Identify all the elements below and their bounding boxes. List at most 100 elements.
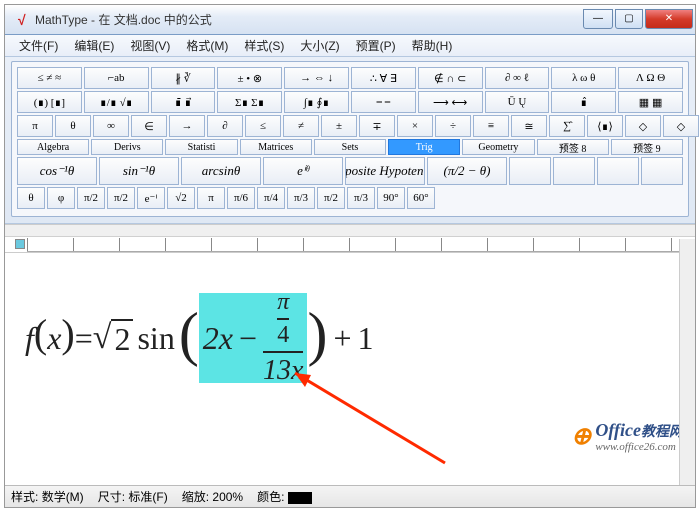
palette-button[interactable]: ∓ <box>359 115 395 137</box>
palette-button[interactable]: e⁻ⁱ <box>137 187 165 209</box>
palette-tab[interactable]: Derivs <box>91 139 163 155</box>
formula: f ( x ) = √2 sin ( 2x − π 4 13x ) + 1 <box>25 293 374 383</box>
palette-button[interactable]: π/6 <box>227 187 255 209</box>
palette-button[interactable]: ⟨∎⟩ <box>587 115 623 137</box>
palette-tabs: AlgebraDerivsStatistiMatricesSetsTrigGeo… <box>17 139 683 155</box>
close-button[interactable]: ✕ <box>645 9 693 29</box>
palette-button[interactable]: → ⇔ ↓ <box>284 67 349 89</box>
palette-row-2: (∎) [∎]∎/∎ √∎∎̄ ∎⃗Σ∎ Σ∎∫∎ ∮∎⎯ ⎯⟶ ⟷Ū Ų∎̂▦… <box>17 91 683 113</box>
menu-preset[interactable]: 预置(P) <box>348 35 404 57</box>
menu-size[interactable]: 大小(Z) <box>292 35 347 57</box>
palette-button[interactable]: ∴ ∀ ∃ <box>351 67 416 89</box>
palette-button[interactable]: ∈ <box>131 115 167 137</box>
palette-template[interactable]: sin⁻¹θ <box>99 157 179 185</box>
palette-button[interactable]: ∦ ∛ <box>151 67 216 89</box>
palette-button[interactable]: ∎/∎ √∎ <box>84 91 149 113</box>
palette-template[interactable]: (π/2 − θ) <box>427 157 507 185</box>
palette-button[interactable]: ≤ ≠ ≈ <box>17 67 82 89</box>
menubar: 文件(F) 编辑(E) 视图(V) 格式(M) 样式(S) 大小(Z) 预置(P… <box>5 35 695 57</box>
rparen-icon: ) <box>61 304 74 364</box>
palette-button[interactable]: π/2 <box>317 187 345 209</box>
palette-button[interactable]: ◇ <box>625 115 661 137</box>
palette-tab[interactable]: Statisti <box>165 139 237 155</box>
palette-button[interactable]: π <box>197 187 225 209</box>
palette-button[interactable]: ⌐ab <box>84 67 149 89</box>
menu-style[interactable]: 样式(S) <box>236 35 292 57</box>
palette-button[interactable]: π/3 <box>287 187 315 209</box>
palette-button[interactable]: 60° <box>407 187 435 209</box>
palette-button[interactable]: ∂ ∞ ℓ <box>485 67 550 89</box>
color-swatch[interactable] <box>288 492 312 504</box>
vertical-scrollbar[interactable] <box>679 239 695 485</box>
palette-button[interactable]: Ū Ų <box>485 91 550 113</box>
palette-button[interactable]: ▦ ▦ <box>618 91 683 113</box>
palette-button[interactable]: π/2 <box>77 187 105 209</box>
palette-button[interactable]: ∑̂ <box>549 115 585 137</box>
sqrt-icon: √2 <box>93 319 134 358</box>
palette-button[interactable]: ∉ ∩ ⊂ <box>418 67 483 89</box>
window-title: MathType - 在 文档.doc 中的公式 <box>35 11 581 28</box>
palette-tab[interactable]: Geometry <box>462 139 534 155</box>
palette-button[interactable]: φ <box>47 187 75 209</box>
palette-row-5: θφπ/2π/2e⁻ⁱ√2ππ/6π/4π/3π/2π/390°60° <box>17 187 683 209</box>
watermark: ⊕ Office教程网 www.office26.com <box>571 420 683 453</box>
palette-button[interactable]: ∎̂ <box>551 91 616 113</box>
big-rparen-icon: ) <box>307 304 327 364</box>
palette-button[interactable]: ± <box>321 115 357 137</box>
palette-button[interactable]: ∫∎ ∮∎ <box>284 91 349 113</box>
palette-template[interactable]: arcsinθ <box>181 157 261 185</box>
palette-button[interactable]: ≤ <box>245 115 281 137</box>
palette-template[interactable]: cos⁻¹θ <box>17 157 97 185</box>
palette-template[interactable]: eⁱᶿ <box>263 157 343 185</box>
palette-button[interactable]: ≅ <box>511 115 547 137</box>
palette-button[interactable]: ⟶ ⟷ <box>418 91 483 113</box>
editor-canvas[interactable]: f ( x ) = √2 sin ( 2x − π 4 13x ) + 1 ⊕ … <box>5 253 695 483</box>
palette-button[interactable]: ± • ⊗ <box>217 67 282 89</box>
minimize-button[interactable]: — <box>583 9 613 29</box>
palette-button[interactable]: ≡ <box>473 115 509 137</box>
tab-stop-icon[interactable] <box>15 239 25 249</box>
palette-template[interactable]: Opposite Hypotenuse <box>345 157 425 185</box>
palette-button[interactable]: π/4 <box>257 187 285 209</box>
palette-tab[interactable]: Sets <box>314 139 386 155</box>
palette-button[interactable]: (∎) [∎] <box>17 91 82 113</box>
titlebar: √ MathType - 在 文档.doc 中的公式 — ▢ ✕ <box>5 5 695 35</box>
palette-button[interactable]: → <box>169 115 205 137</box>
palette-button[interactable]: ◇ <box>663 115 699 137</box>
palette-button[interactable]: √2 <box>167 187 195 209</box>
palette-button[interactable]: Σ∎ Σ∎ <box>217 91 282 113</box>
palette-button[interactable]: π/3 <box>347 187 375 209</box>
app-icon: √ <box>13 12 29 28</box>
palette-button[interactable]: ÷ <box>435 115 471 137</box>
palette-button[interactable]: θ <box>17 187 45 209</box>
big-lparen-icon: ( <box>179 304 199 364</box>
palette-button[interactable]: π <box>17 115 53 137</box>
menu-format[interactable]: 格式(M) <box>178 35 236 57</box>
palette-button[interactable]: π/2 <box>107 187 135 209</box>
palette-tab[interactable]: 预签 8 <box>537 139 609 155</box>
palette-button[interactable]: θ <box>55 115 91 137</box>
statusbar: 样式: 数学(M) 尺寸: 标准(F) 缩放: 200% 颜色: <box>5 485 695 507</box>
maximize-button[interactable]: ▢ <box>615 9 643 29</box>
palette-row-3: πθ∞∈→∂≤≠±∓×÷≡≅∑̂⟨∎⟩◇◇◇◇ <box>17 115 683 137</box>
palette-button[interactable]: ⎯ ⎯ <box>351 91 416 113</box>
menu-help[interactable]: 帮助(H) <box>404 35 461 57</box>
palette-button[interactable]: ∎̄ ∎⃗ <box>151 91 216 113</box>
menu-view[interactable]: 视图(V) <box>122 35 178 57</box>
palette-tab[interactable]: Matrices <box>240 139 312 155</box>
selection-highlight: 2x − π 4 13x <box>199 293 308 383</box>
palette-tab[interactable]: 预签 9 <box>611 139 683 155</box>
palette-button[interactable]: ∂ <box>207 115 243 137</box>
palette-button[interactable]: Λ Ω Θ <box>618 67 683 89</box>
menu-edit[interactable]: 编辑(E) <box>66 35 122 57</box>
palette-button[interactable]: × <box>397 115 433 137</box>
palette-button[interactable]: λ ω θ <box>551 67 616 89</box>
palette-button[interactable]: 90° <box>377 187 405 209</box>
palette-tab[interactable]: Algebra <box>17 139 89 155</box>
palette-button[interactable]: ≠ <box>283 115 319 137</box>
palette-big-row: cos⁻¹θsin⁻¹θarcsinθeⁱᶿOpposite Hypotenus… <box>17 157 683 185</box>
palette-tab[interactable]: Trig <box>388 139 460 155</box>
menu-file[interactable]: 文件(F) <box>11 35 66 57</box>
palette-button[interactable]: ∞ <box>93 115 129 137</box>
ruler <box>5 224 695 253</box>
